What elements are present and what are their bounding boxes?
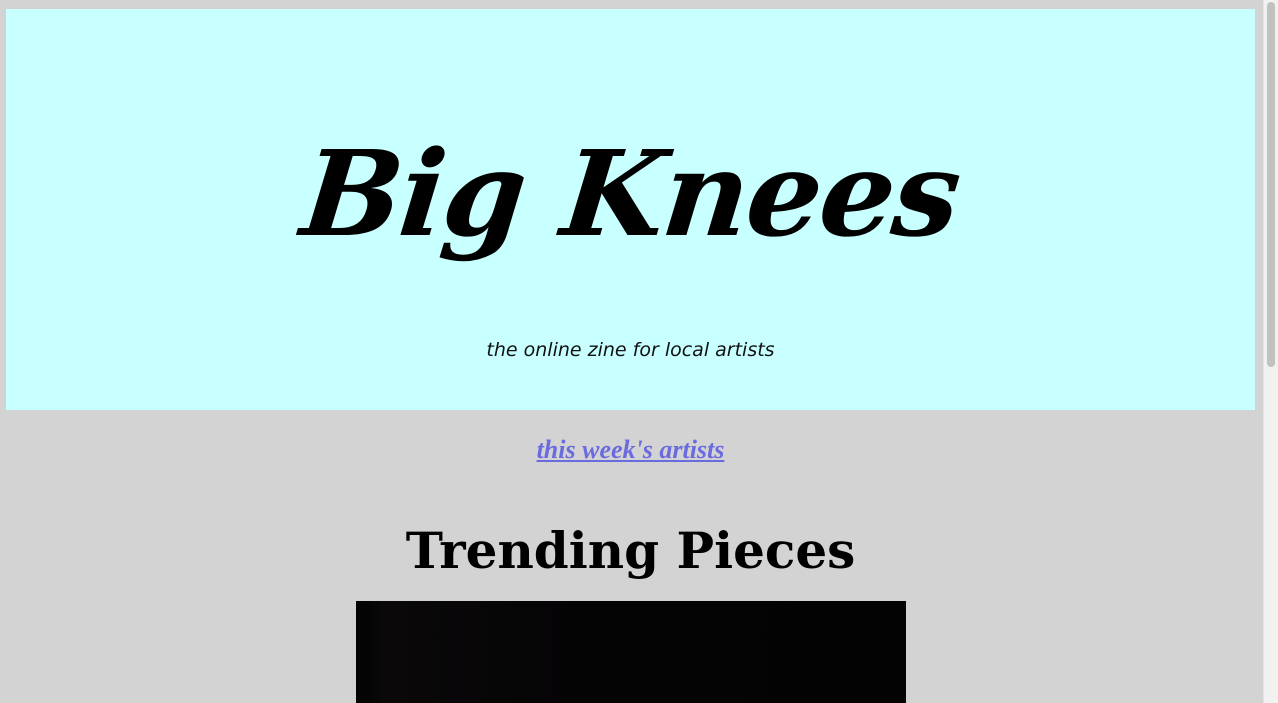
site-title: Big Knees [295,124,966,263]
vertical-scrollbar[interactable] [1263,0,1278,703]
site-tagline: the online zine for local artists [486,339,775,361]
browser-viewport: Big Knees the online zine for local arti… [0,0,1278,703]
page-content: Big Knees the online zine for local arti… [0,0,1263,703]
artists-nav: this week's artists [0,435,1261,465]
trending-artwork-image[interactable] [356,601,906,703]
trending-pieces-heading: Trending Pieces [405,521,856,580]
scrollbar-thumb[interactable] [1267,2,1275,367]
hero-banner: Big Knees the online zine for local arti… [6,9,1255,410]
this-weeks-artists-link[interactable]: this week's artists [537,435,725,464]
